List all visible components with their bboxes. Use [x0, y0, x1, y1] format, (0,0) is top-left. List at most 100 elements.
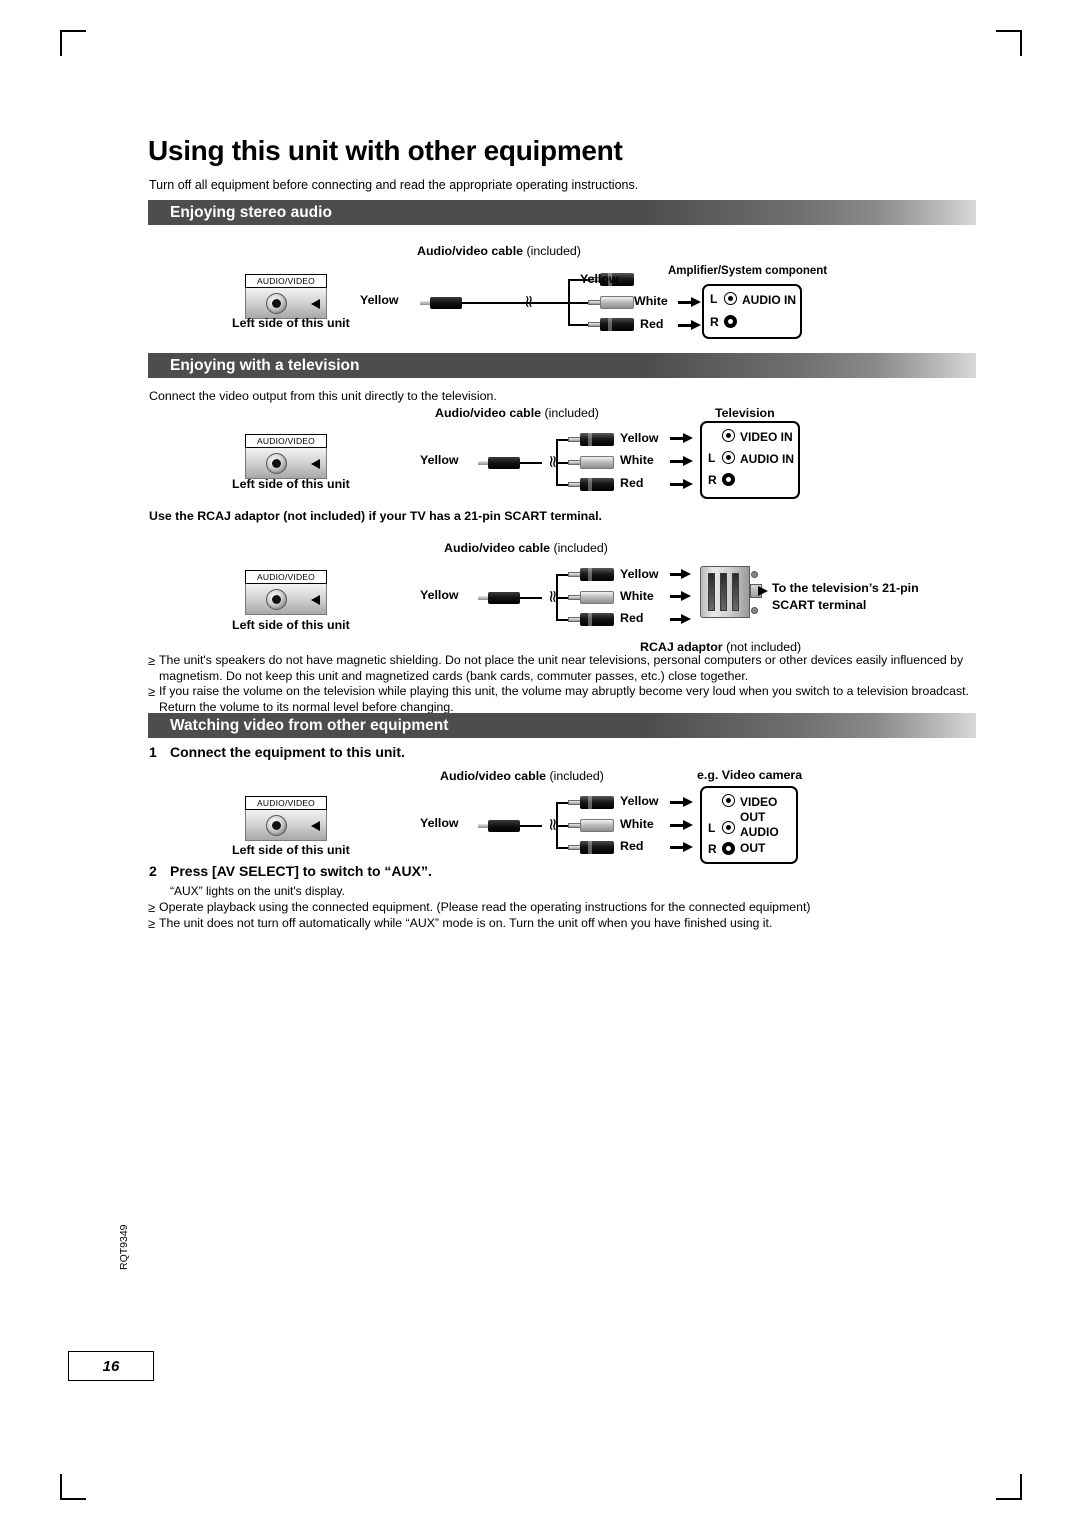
television-intro: Connect the video output from this unit …: [149, 389, 497, 403]
scart-adaptor-arrow: [758, 586, 768, 596]
aux-unit-jack: AUDIO/VIDEO: [245, 796, 327, 841]
scart-note: Use the RCAJ adaptor (not included) if y…: [149, 509, 603, 523]
aux-cable-label-note: (included): [549, 769, 604, 783]
document-page: Using this unit with other equipment Tur…: [0, 0, 1080, 1528]
aux-plug-label-red: Red: [620, 839, 644, 853]
scart-cable-label-note: (included): [553, 541, 608, 555]
scart-plug-label-yellow: Yellow: [620, 567, 659, 581]
stereo-wire-branch-3: [568, 324, 590, 326]
page-title: Using this unit with other equipment: [148, 135, 623, 166]
aux-arrow-yellow-bar: [670, 801, 684, 804]
stereo-plug-label-white: White: [634, 294, 668, 308]
stereo-terminal-row-r: R: [710, 315, 719, 329]
section-header-stereo: Enjoying stereo audio: [148, 200, 976, 225]
scart-adaptor-graphic: [700, 566, 762, 618]
stereo-unit-jack-arrow-icon: [311, 299, 320, 309]
stereo-plug-label-yellow: Yellow: [580, 272, 619, 286]
television-bullet-2: ≥ If you raise the volume on the televis…: [148, 684, 976, 715]
aux-cable-label-bold: Audio/video cable: [440, 769, 547, 783]
stereo-unit-side-label: Left side of this unit: [232, 316, 350, 330]
television-arrow-yellow: [683, 433, 693, 443]
stereo-cable-label-bold: Audio/video cable: [417, 244, 524, 258]
television-terminal-box: VIDEO IN L AUDIO IN R: [700, 421, 800, 499]
scart-plug-left-label: Yellow: [420, 588, 459, 602]
stereo-terminal-jack-l: [724, 292, 737, 305]
section-header-television: Enjoying with a television: [148, 353, 976, 378]
television-terminal-jack-r: [722, 473, 735, 486]
aux-device-label: e.g. Video camera: [697, 768, 803, 782]
aux-arrow-yellow: [683, 797, 693, 807]
stereo-arrow-red: [691, 320, 701, 330]
aux-terminal-jack-l: [722, 821, 735, 834]
aux-plug-left-label: Yellow: [420, 816, 459, 830]
aux-unit-jack-body: [245, 810, 327, 841]
page-intro: Turn off all equipment before connecting…: [149, 178, 639, 192]
aux-bullet-1-text: Operate playback using the connected equ…: [159, 900, 811, 914]
section-header-aux: Watching video from other equipment: [148, 713, 976, 738]
television-terminal-jack-video: [722, 429, 735, 442]
stereo-rca-plug-red: [588, 318, 634, 331]
aux-terminal-video-label: VIDEO: [740, 795, 778, 809]
aux-terminal-out-label-1: OUT: [740, 810, 766, 824]
television-rca-plug-red: [568, 478, 614, 491]
television-cable-label-bold: Audio/video cable: [435, 406, 542, 420]
stereo-rca-red-ring: [608, 318, 612, 331]
aux-terminal-row-l: L: [708, 821, 716, 835]
television-arrow-white-bar: [670, 460, 684, 463]
television-mini-plug-barrel: [488, 457, 520, 469]
stereo-unit-jack: AUDIO/VIDEO: [245, 274, 327, 319]
scart-unit-jack-arrow-icon: [311, 595, 320, 605]
stereo-cable-label: Audio/video cable (included): [417, 244, 581, 258]
aux-mini-plug-barrel: [488, 820, 520, 832]
aux-unit-jack-socket: [266, 815, 287, 836]
television-rca-yellow-ring: [588, 433, 592, 446]
television-unit-side-label: Left side of this unit: [232, 477, 350, 491]
television-unit-jack-arrow-icon: [311, 459, 320, 469]
stereo-unit-jack-caption: AUDIO/VIDEO: [245, 274, 327, 288]
television-bullet-1: ≥ The unit's speakers do not have magnet…: [148, 653, 976, 684]
scart-rca-plug-yellow: [568, 568, 614, 581]
scart-target-line2: SCART terminal: [772, 598, 867, 612]
section-header-stereo-label: Enjoying stereo audio: [170, 203, 332, 221]
aux-arrow-white-bar: [670, 824, 684, 827]
scart-adaptor-caption-note: (not included): [726, 640, 802, 654]
stereo-terminal-box: L AUDIO IN R: [702, 284, 802, 339]
page-number: 16: [68, 1351, 154, 1381]
aux-mini-plug-wire: [520, 825, 542, 827]
aux-arrow-red: [683, 842, 693, 852]
aux-bullet-2-text: The unit does not turn off automatically…: [159, 916, 773, 930]
scart-arrow-yellow: [681, 569, 691, 579]
corner-mark-bottom-right: [996, 1474, 1022, 1500]
aux-rca-plug-white: [568, 819, 614, 832]
scart-rca-yellow-shell: [580, 568, 614, 581]
aux-unit-side-label: Left side of this unit: [232, 843, 350, 857]
television-arrow-red-bar: [670, 483, 684, 486]
stereo-plug-left-label: Yellow: [360, 293, 399, 307]
scart-plug-label-red: Red: [620, 611, 644, 625]
aux-rca-white-shell: [580, 819, 614, 832]
corner-mark-top-left: [60, 30, 86, 56]
television-bullet-1-text: The unit's speakers do not have magnetic…: [159, 653, 964, 683]
television-bullet-2-dot: ≥: [148, 684, 156, 699]
scart-cable-label: Audio/video cable (included): [444, 541, 608, 555]
television-cable-label: Audio/video cable (included): [435, 406, 599, 420]
scart-adaptor-screw-top: [751, 571, 758, 578]
stereo-terminal-jack-r: [724, 315, 737, 328]
aux-plug-label-white: White: [620, 817, 654, 831]
aux-step2-number: 2: [149, 863, 157, 879]
television-plug-label-white: White: [620, 453, 654, 467]
aux-step2-subtext: “AUX” lights on the unit's display.: [170, 884, 345, 898]
scart-rca-red-shell: [580, 613, 614, 626]
aux-cable-label: Audio/video cable (included): [440, 769, 604, 783]
television-rca-red-shell: [580, 478, 614, 491]
aux-rca-plug-yellow: [568, 796, 614, 809]
corner-mark-bottom-left: [60, 1474, 86, 1500]
scart-plug-label-white: White: [620, 589, 654, 603]
television-plug-label-yellow: Yellow: [620, 431, 659, 445]
television-arrow-yellow-bar: [670, 437, 684, 440]
scart-unit-jack: AUDIO/VIDEO: [245, 570, 327, 615]
stereo-unit-jack-body: [245, 288, 327, 319]
television-rca-plug-yellow: [568, 433, 614, 446]
scart-arrow-white: [681, 591, 691, 601]
aux-step1-text: Connect the equipment to this unit.: [170, 744, 405, 760]
